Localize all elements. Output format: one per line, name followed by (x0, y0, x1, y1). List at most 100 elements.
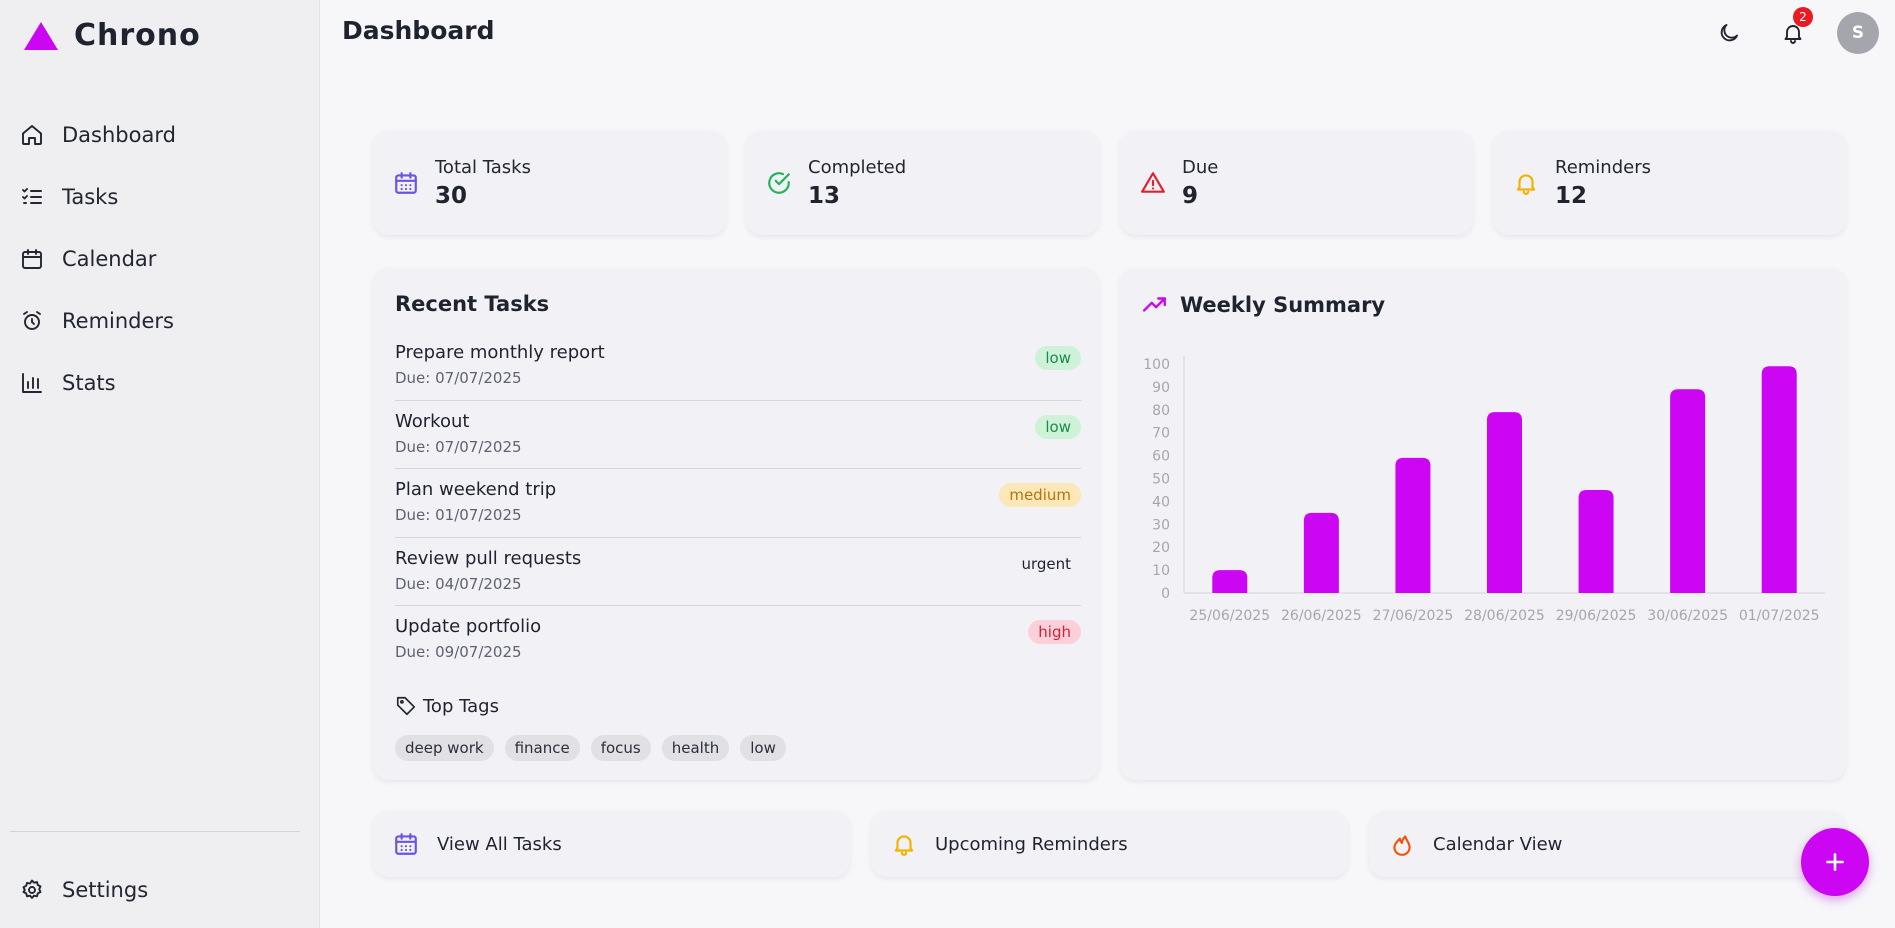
check-circle-icon (768, 172, 790, 194)
stat-value: 13 (808, 183, 841, 209)
chart-bar (1212, 570, 1248, 593)
sidebar-item-label: Tasks (62, 185, 119, 209)
task-row[interactable]: Workout Due: 07/07/2025 low (395, 401, 1081, 469)
x-tick-label: 30/06/2025 (1647, 608, 1728, 624)
y-tick-label: 30 (1152, 517, 1170, 533)
chart-bar (1578, 489, 1614, 593)
stat-label: Reminders (1555, 157, 1651, 178)
y-tick-label: 70 (1152, 426, 1170, 442)
y-tick-label: 10 (1152, 563, 1170, 579)
x-tick-label: 29/06/2025 (1556, 608, 1637, 624)
y-tick-label: 50 (1152, 472, 1170, 488)
stat-label: Total Tasks (435, 157, 531, 178)
priority-badge: high (1028, 620, 1081, 644)
chart-bar (1761, 366, 1797, 593)
weekly-summary-card: Weekly Summary 0 10 20 30 40 50 60 70 80 90 100 25/… (1120, 268, 1846, 780)
sidebar-item-dashboard[interactable]: Dashboard (0, 104, 320, 166)
moon-icon (1720, 24, 1738, 42)
tag-chip[interactable]: deep work (395, 735, 494, 761)
y-tick-label: 40 (1152, 494, 1170, 510)
calendar-icon (395, 172, 417, 194)
calendar-icon (395, 833, 417, 855)
stat-label: Due (1182, 157, 1219, 178)
priority-badge: low (1035, 346, 1081, 370)
y-tick-label: 60 (1152, 449, 1170, 465)
priority-badge: low (1035, 414, 1081, 439)
recent-tasks-card: Recent Tasks Prepare monthly report Due:… (373, 268, 1099, 780)
tag-chip[interactable]: finance (504, 735, 580, 761)
sidebar-item-label: Settings (62, 878, 149, 902)
task-row[interactable]: Prepare monthly report Due: 07/07/2025 l… (395, 332, 1081, 401)
x-tick-label: 28/06/2025 (1464, 608, 1545, 624)
sidebar-item-tasks[interactable]: Tasks (0, 166, 320, 228)
sidebar-divider (10, 831, 300, 832)
priority-badge: urgent (1021, 554, 1071, 573)
task-row[interactable]: Review pull requests Due: 04/07/2025 urg… (395, 538, 1081, 606)
weekly-summary-chart: 0 10 20 30 40 50 60 70 80 90 100 25/06/2025 26/06/20… (1143, 356, 1825, 624)
recent-tasks-title: Recent Tasks (395, 292, 550, 316)
notification-count-badge: 2 (1793, 7, 1813, 27)
y-tick-label: 80 (1152, 403, 1170, 419)
bell-icon (1516, 174, 1536, 195)
stat-card-completed: Completed 13 (746, 131, 1099, 235)
tag-list: deep work finance focus health low (395, 735, 786, 761)
sidebar-nav: Dashboard Tasks Calendar Reminders Stats (0, 104, 320, 414)
chart-bar (1670, 389, 1706, 593)
task-row[interactable]: Plan weekend trip Due: 01/07/2025 medium (395, 469, 1081, 538)
task-title: Update portfolio (395, 616, 542, 637)
task-row[interactable]: Update portfolio Due: 09/07/2025 high (395, 606, 1081, 675)
add-task-button[interactable] (1801, 828, 1869, 896)
action-label: Upcoming Reminders (935, 833, 1128, 855)
x-tick-label: 25/06/2025 (1189, 608, 1270, 624)
view-all-tasks-button[interactable]: View All Tasks (373, 811, 850, 877)
page-title: Dashboard (342, 16, 495, 45)
app-name: Chrono (74, 18, 201, 53)
sidebar-item-calendar[interactable]: Calendar (0, 228, 320, 290)
chart-bar (1303, 512, 1339, 593)
app-logo[interactable]: Chrono (24, 18, 201, 53)
task-due-date: Due: 04/07/2025 (395, 574, 522, 593)
top-tags-title: Top Tags (423, 695, 499, 717)
task-due-date: Due: 01/07/2025 (395, 506, 522, 524)
x-tick-label: 01/07/2025 (1739, 608, 1820, 624)
task-title: Workout (395, 410, 470, 432)
task-due-date: Due: 07/07/2025 (395, 369, 522, 387)
calendar-view-button[interactable]: Calendar View (1369, 811, 1846, 877)
y-tick-label: 0 (1161, 586, 1170, 602)
upcoming-reminders-button[interactable]: Upcoming Reminders (871, 811, 1348, 877)
task-title: Plan weekend trip (395, 479, 557, 500)
stat-card-total-tasks: Total Tasks 30 (373, 131, 726, 235)
tag-chip[interactable]: low (740, 735, 786, 761)
sidebar-item-stats[interactable]: Stats (0, 352, 320, 414)
task-list: Prepare monthly report Due: 07/07/2025 l… (395, 332, 1081, 675)
stat-card-due: Due 9 (1120, 131, 1473, 235)
y-tick-label: 90 (1152, 380, 1170, 396)
tag-chip[interactable]: focus (590, 735, 651, 761)
alert-triangle-icon (1141, 172, 1165, 193)
bar-chart-icon (22, 373, 42, 393)
list-checks-icon (22, 188, 42, 204)
logo-triangle-icon (24, 21, 58, 50)
calendar-icon (22, 249, 42, 269)
plus-icon (1826, 853, 1844, 871)
sidebar-item-label: Calendar (62, 247, 157, 271)
sidebar-item-label: Reminders (62, 309, 174, 333)
tag-chip[interactable]: health (661, 735, 730, 761)
stat-value: 12 (1555, 183, 1588, 209)
action-label: View All Tasks (437, 833, 562, 855)
theme-toggle-button[interactable] (1709, 13, 1749, 53)
x-tick-label: 27/06/2025 (1373, 608, 1454, 624)
top-tags-heading: Top Tags (395, 695, 499, 717)
chart-bar (1487, 412, 1522, 593)
sidebar-item-label: Stats (62, 371, 116, 395)
sidebar-item-reminders[interactable]: Reminders (0, 290, 320, 352)
y-tick-label: 20 (1152, 540, 1170, 556)
avatar[interactable]: S (1837, 12, 1879, 54)
gear-icon (22, 879, 42, 899)
notifications-button[interactable]: 2 (1773, 7, 1813, 53)
action-label: Calendar View (1433, 833, 1563, 855)
sidebar-item-settings[interactable]: Settings (0, 859, 320, 921)
alarm-clock-icon (23, 311, 41, 330)
task-title: Review pull requests (395, 547, 582, 569)
priority-badge: medium (999, 483, 1081, 507)
